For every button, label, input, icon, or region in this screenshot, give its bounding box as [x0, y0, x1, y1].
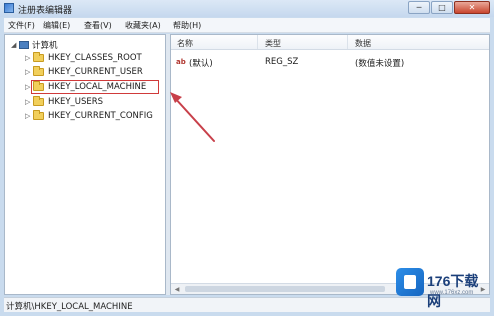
menu-file[interactable]: 文件(F) [8, 20, 35, 31]
value-data: (数值未设置) [355, 59, 405, 69]
registry-tree: ◢ 计算机 ▷ HKEY_CLASSES_ROOT ▷ HKEY_CURRENT… [4, 34, 166, 295]
string-value-icon: ab [176, 58, 186, 66]
values-list: 名称 类型 数据 ab (默认) REG_SZ (数值未设置) ◀ ▶ [170, 34, 490, 295]
status-path: 计算机\HKEY_LOCAL_MACHINE [6, 302, 133, 312]
folder-icon [33, 96, 44, 106]
tree-item-label: HKEY_CURRENT_CONFIG [48, 111, 153, 121]
tree-item-hkey-users[interactable]: ▷ HKEY_USERS [25, 96, 103, 108]
value-name: (默认) [189, 59, 213, 69]
folder-icon [33, 52, 44, 62]
menu-view[interactable]: 查看(V) [84, 20, 112, 31]
tree-item-label: HKEY_CLASSES_ROOT [48, 53, 142, 63]
window-title: 注册表编辑器 [18, 6, 73, 16]
tree-item-hkey-classes-root[interactable]: ▷ HKEY_CLASSES_ROOT [25, 52, 142, 64]
column-divider[interactable] [257, 35, 258, 49]
close-button[interactable]: ✕ [454, 1, 490, 14]
scrollbar-thumb[interactable] [185, 286, 385, 292]
tree-item-label: HKEY_CURRENT_USER [48, 67, 143, 77]
column-header-name[interactable]: 名称 [177, 38, 193, 49]
collapse-icon[interactable]: ◢ [11, 41, 19, 49]
computer-icon [19, 41, 29, 49]
column-header-type[interactable]: 类型 [265, 38, 281, 49]
column-header-data[interactable]: 数据 [355, 38, 371, 49]
watermark-logo: 176下载网 www.176xz.com [394, 268, 490, 309]
column-divider[interactable] [347, 35, 348, 49]
highlight-box [31, 80, 159, 94]
expand-icon[interactable]: ▷ [25, 98, 33, 106]
menu-favorites[interactable]: 收藏夹(A) [125, 20, 161, 31]
folder-icon [33, 110, 44, 120]
table-row[interactable]: ab (默认) REG_SZ (数值未设置) [171, 57, 489, 69]
regedit-app-icon [4, 3, 14, 13]
tree-item-label: 计算机 [32, 41, 58, 51]
tree-item-hkey-current-user[interactable]: ▷ HKEY_CURRENT_USER [25, 66, 143, 78]
folder-icon [33, 66, 44, 76]
title-bar: 注册表编辑器 ─ □ ✕ [0, 0, 494, 17]
minimize-button[interactable]: ─ [408, 1, 430, 14]
maximize-button[interactable]: □ [431, 1, 453, 14]
tree-item-computer[interactable]: ◢ 计算机 [11, 39, 58, 51]
scroll-left-icon[interactable]: ◀ [172, 285, 182, 293]
tree-item-hkey-current-config[interactable]: ▷ HKEY_CURRENT_CONFIG [25, 110, 153, 122]
value-type: REG_SZ [265, 57, 299, 67]
window-controls: ─ □ ✕ [408, 1, 490, 14]
expand-icon[interactable]: ▷ [25, 112, 33, 120]
expand-icon[interactable]: ▷ [25, 68, 33, 76]
menu-bar: 文件(F) 编辑(E) 查看(V) 收藏夹(A) 帮助(H) [4, 18, 490, 33]
list-header: 名称 类型 数据 [171, 35, 489, 50]
tree-item-label: HKEY_USERS [48, 97, 104, 107]
expand-icon[interactable]: ▷ [25, 54, 33, 62]
logo-badge-icon [396, 268, 424, 296]
menu-help[interactable]: 帮助(H) [173, 20, 201, 31]
menu-edit[interactable]: 编辑(E) [43, 20, 70, 31]
watermark-url: www.176xz.com [430, 290, 474, 296]
